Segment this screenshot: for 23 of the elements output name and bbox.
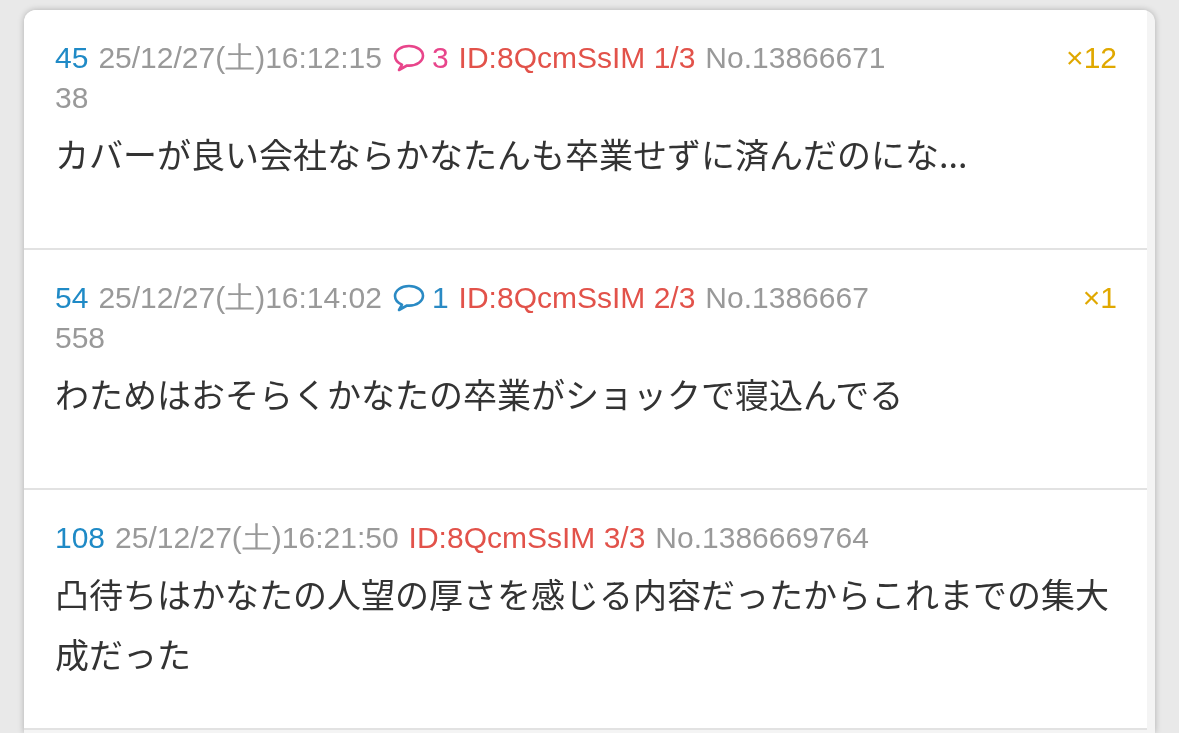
post-date: 25/12/27(土)16:21:50 (115, 520, 399, 556)
post-no-continued: 38 (55, 80, 89, 116)
poster-id[interactable]: ID:8QcmSsIM 2/3 (458, 278, 696, 318)
post-body: わためはおそらくかなたの卒業がショックで寝込んでる (55, 368, 905, 420)
poster-id[interactable]: ID:8QcmSsIM 3/3 (408, 518, 646, 558)
quote-count[interactable]: ×12 (1066, 38, 1117, 78)
poster-id[interactable]: ID:8QcmSsIM 1/3 (458, 38, 696, 78)
speech-bubble-icon (391, 283, 426, 313)
post-number[interactable]: 45 (55, 38, 89, 78)
post-number[interactable]: 54 (55, 278, 89, 318)
post-number[interactable]: 108 (55, 518, 106, 558)
post-no-continued: 558 (55, 320, 106, 356)
quote-count[interactable]: ×1 (1082, 278, 1117, 318)
post-no[interactable]: No.1386669764 (655, 518, 869, 558)
post-date: 25/12/27(土)16:14:02 (98, 280, 382, 316)
post-body: 凸待ちはかなたの人望の厚さを感じる内容だったからこれまでの集大成だった (55, 568, 1110, 680)
post-no[interactable]: No.13866671 (705, 38, 886, 78)
post-no[interactable]: No.1386667 (705, 278, 869, 318)
reply-count[interactable]: 3 (391, 38, 449, 78)
post-date: 25/12/27(土)16:12:15 (98, 40, 382, 76)
speech-bubble-icon (391, 43, 426, 73)
reply-count[interactable]: 1 (391, 278, 449, 318)
post-body: カバーが良い会社ならかなたんも卒業せずに済んだのにな... (55, 128, 969, 180)
